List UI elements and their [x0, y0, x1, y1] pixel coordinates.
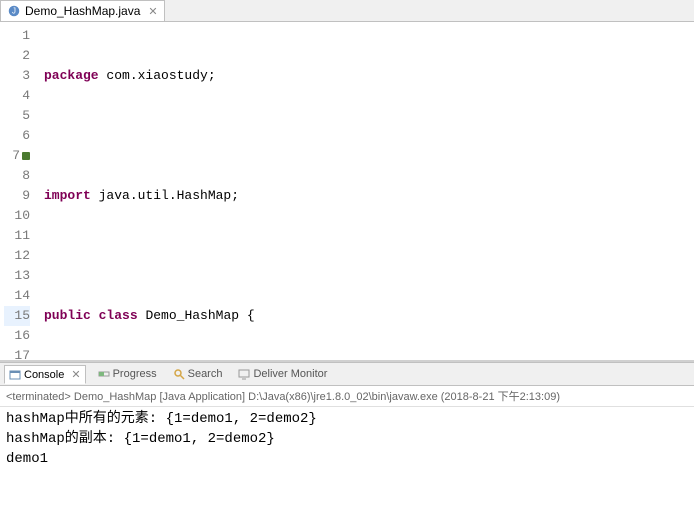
line-number-gutter: 1 2 3 4 5 6 7 8 9 10 11 12 13 14 15 16 1…	[0, 22, 38, 360]
close-icon[interactable]: ✕	[148, 5, 157, 18]
console-status-line: <terminated> Demo_HashMap [Java Applicat…	[0, 386, 694, 407]
console-tab-bar: Console ✕ Progress Search Deliver Monito…	[0, 363, 694, 386]
tab-deliver-label: Deliver Monitor	[253, 368, 327, 380]
line-number: 9	[4, 186, 30, 206]
console-output-line: hashMap中所有的元素: {1=demo1, 2=demo2}	[6, 409, 688, 429]
tab-progress-label: Progress	[113, 368, 157, 380]
monitor-icon	[238, 368, 250, 380]
code-line: public class Demo_HashMap {	[38, 306, 694, 326]
close-icon[interactable]: ✕	[71, 368, 80, 381]
line-number: 7	[4, 146, 30, 166]
console-icon	[9, 369, 21, 381]
tab-deliver-monitor[interactable]: Deliver Monitor	[234, 366, 331, 382]
line-number: 15	[4, 306, 30, 326]
line-number: 5	[4, 106, 30, 126]
tab-progress[interactable]: Progress	[94, 366, 161, 382]
line-number: 1	[4, 26, 30, 46]
code-editor[interactable]: 1 2 3 4 5 6 7 8 9 10 11 12 13 14 15 16 1…	[0, 22, 694, 360]
tab-search[interactable]: Search	[169, 366, 227, 382]
code-line: package com.xiaostudy;	[38, 66, 694, 86]
svg-text:J: J	[12, 7, 16, 16]
code-line	[38, 246, 694, 266]
progress-icon	[98, 368, 110, 380]
line-number: 11	[4, 226, 30, 246]
line-number: 14	[4, 286, 30, 306]
override-marker-icon	[22, 152, 30, 160]
editor-tab-label: Demo_HashMap.java	[25, 4, 140, 18]
code-line: import java.util.HashMap;	[38, 186, 694, 206]
java-file-icon: J	[7, 4, 21, 18]
code-line	[38, 126, 694, 146]
line-number: 12	[4, 246, 30, 266]
console-panel: Console ✕ Progress Search Deliver Monito…	[0, 362, 694, 507]
tab-search-label: Search	[188, 368, 223, 380]
line-number: 13	[4, 266, 30, 286]
console-output[interactable]: hashMap中所有的元素: {1=demo1, 2=demo2} hashMa…	[0, 407, 694, 507]
tab-console[interactable]: Console ✕	[4, 365, 86, 384]
editor-tab-bar: J Demo_HashMap.java ✕	[0, 0, 694, 22]
line-number: 6	[4, 126, 30, 146]
line-number: 8	[4, 166, 30, 186]
line-number: 4	[4, 86, 30, 106]
console-output-line: hashMap的副本: {1=demo1, 2=demo2}	[6, 429, 688, 449]
line-number: 17	[4, 346, 30, 360]
line-number: 16	[4, 326, 30, 346]
line-number: 10	[4, 206, 30, 226]
line-number: 2	[4, 46, 30, 66]
search-icon	[173, 368, 185, 380]
console-output-line: demo1	[6, 449, 688, 469]
tab-console-label: Console	[24, 369, 64, 381]
editor-tab[interactable]: J Demo_HashMap.java ✕	[0, 0, 165, 21]
code-content[interactable]: package com.xiaostudy; import java.util.…	[38, 22, 694, 360]
line-number: 3	[4, 66, 30, 86]
